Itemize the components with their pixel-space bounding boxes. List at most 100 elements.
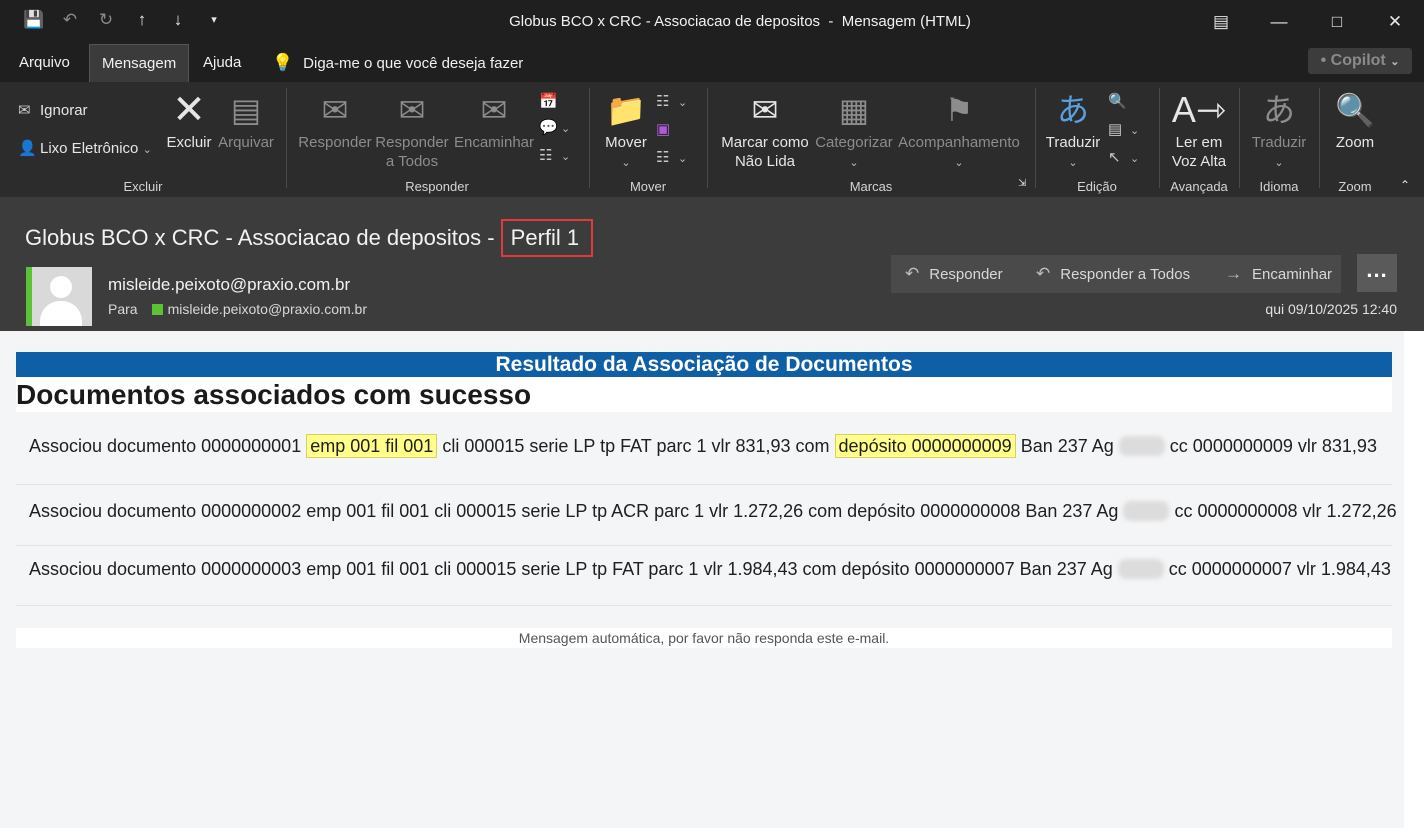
responder-todos-button[interactable]: ✉ Responder a Todos xyxy=(373,90,451,171)
forward-icon: ✉ xyxy=(480,92,508,128)
traduzir-idioma-button[interactable]: あ Traduzir ⌄ xyxy=(1244,90,1314,173)
more-respond-icon: ☷ xyxy=(539,147,553,164)
ribbon-tabs: Arquivo Mensagem Ajuda 💡 Diga-me o que vo… xyxy=(0,44,1424,82)
redo-icon[interactable]: ↻ xyxy=(94,8,118,32)
undo-icon[interactable]: ↶ xyxy=(58,8,82,32)
chevron-down-icon: ⌄ xyxy=(621,157,631,169)
encaminhar-button[interactable]: ✉ Encaminhar xyxy=(451,90,537,152)
chevron-down-icon: ⌄ xyxy=(678,97,688,109)
save-icon[interactable]: 💾 xyxy=(22,8,46,32)
im-button[interactable]: 💬 ⌄ xyxy=(539,118,570,136)
row-text-part: cc 0000000007 vlr 1.984,43 xyxy=(1163,559,1391,579)
row-text: Associou documento 0000000002 emp 001 fi… xyxy=(29,501,1397,522)
rules-icon: ☷ xyxy=(656,93,670,110)
sender-address[interactable]: misleide.peixoto@praxio.com.br xyxy=(108,275,350,295)
tell-me-search[interactable]: 💡 Diga-me o que você deseja fazer xyxy=(272,44,523,82)
group-mover: 📁 Mover ⌄ ☷ ⌄ ▣ ☷ ⌄ Mover xyxy=(590,86,706,196)
group-label-zoom: Zoom xyxy=(1338,179,1372,194)
result-banner: Resultado da Associação de Documentos xyxy=(16,352,1392,377)
quick-access-toolbar: 💾 ↶ ↻ ↑ ↓ ▾ xyxy=(22,8,226,32)
window-controls: ▤ — □ ✕ xyxy=(1192,0,1424,44)
chevron-down-icon: ⌄ xyxy=(142,144,152,156)
highlighted-text: emp 001 fil 001 xyxy=(306,434,438,458)
mover-button[interactable]: 📁 Mover ⌄ xyxy=(596,90,656,173)
encaminhar-action-button[interactable]: → Encaminhar xyxy=(1225,255,1332,293)
message-actions-bar: ↶ Responder ↶ Responder a Todos → Encaminha… xyxy=(891,255,1341,293)
calendar-icon: 📅 xyxy=(539,93,558,110)
group-marcas: ✉ Marcar como Não Lida ▦ Categorizar ⌄ ⚑ Acom… xyxy=(708,86,1034,196)
ignorar-label: Ignorar xyxy=(40,102,88,119)
responder-todos-label-2: a Todos xyxy=(385,153,439,170)
select-cursor-icon: ↖ xyxy=(1108,149,1121,166)
ignorar-button[interactable]: ✉ Ignorar xyxy=(18,101,88,119)
find-button[interactable]: 🔍 xyxy=(1108,92,1130,110)
close-icon[interactable]: ✕ xyxy=(1366,0,1424,44)
categorizar-button[interactable]: ▦ Categorizar ⌄ xyxy=(812,90,896,173)
chevron-down-icon: ⌄ xyxy=(1274,157,1284,169)
responder-todos-action-button[interactable]: ↶ Responder a Todos xyxy=(1036,255,1190,293)
group-label-avancada: Avançada xyxy=(1170,179,1228,194)
reply-icon: ↶ xyxy=(905,264,920,283)
responder-todos-label-1: Responder xyxy=(375,134,449,151)
chevron-down-icon: ⌄ xyxy=(1068,157,1078,169)
tell-me-label: Diga-me o que você deseja fazer xyxy=(303,55,524,72)
arquivar-label: Arquivar xyxy=(218,134,274,151)
redacted-agency xyxy=(1117,559,1164,579)
select-button[interactable]: ↖ ⌄ xyxy=(1108,148,1139,166)
up-arrow-icon[interactable]: ↑ xyxy=(130,8,154,32)
rules-button[interactable]: ☷ ⌄ xyxy=(656,92,687,110)
responder-button[interactable]: ✉ Responder xyxy=(297,90,373,152)
read-aloud-icon: A⇾ xyxy=(1171,89,1227,130)
auto-message-footer: Mensagem automática, por favor não respo… xyxy=(16,628,1392,648)
acompanhamento-button[interactable]: ⚑ Acompanhamento ⌄ xyxy=(896,90,1022,173)
find-icon: 🔍 xyxy=(1108,93,1127,110)
minimize-icon[interactable]: — xyxy=(1250,0,1308,44)
message-header: Globus BCO x CRC - Associacao de deposit… xyxy=(0,197,1424,331)
arquivar-button[interactable]: ▤ Arquivar xyxy=(216,90,276,152)
related-button[interactable]: ▤ ⌄ xyxy=(1108,120,1139,138)
responder-action-button[interactable]: ↶ Responder xyxy=(905,255,1003,293)
chevron-down-icon: ⌄ xyxy=(678,153,688,165)
tab-mensagem[interactable]: Mensagem xyxy=(89,44,190,82)
row-text-part: Associou documento 0000000003 emp 001 fi… xyxy=(29,559,1118,579)
avatar-head-shape xyxy=(50,276,72,298)
group-responder: ✉ Responder ✉ Responder a Todos ✉ Encaminhar… xyxy=(287,86,587,196)
more-respond-button[interactable]: ☷ ⌄ xyxy=(539,146,570,164)
recipient-line: Para misleide.peixoto@praxio.com.br xyxy=(108,301,367,317)
group-label-responder: Responder xyxy=(405,179,469,194)
magnifier-icon: 🔍 xyxy=(1335,92,1375,128)
meeting-button[interactable]: 📅 xyxy=(539,92,561,110)
ler-voz-alta-button[interactable]: A⇾ Ler em Voz Alta xyxy=(1164,90,1234,171)
traduzir-edicao-button[interactable]: あ Traduzir ⌄ xyxy=(1040,90,1106,173)
scrollbar[interactable] xyxy=(1404,331,1424,828)
tab-ajuda[interactable]: Ajuda xyxy=(191,44,253,82)
customize-qat-icon[interactable]: ▾ xyxy=(202,8,226,32)
reply-all-icon: ↶ xyxy=(1036,264,1051,283)
down-arrow-icon[interactable]: ↓ xyxy=(166,8,190,32)
chevron-down-icon: ⌄ xyxy=(849,157,859,169)
lixo-eletronico-button[interactable]: 👤 Lixo Eletrônico ⌄ xyxy=(18,139,152,157)
to-label: Para xyxy=(108,301,138,317)
marcar-nao-lida-button[interactable]: ✉ Marcar como Não Lida xyxy=(716,90,814,171)
excluir-button[interactable]: ✕ Excluir xyxy=(164,90,214,152)
collapse-ribbon-icon[interactable]: ⌃ xyxy=(1400,178,1410,192)
onenote-button[interactable]: ▣ xyxy=(656,120,678,138)
chat-icon: 💬 xyxy=(539,119,558,136)
flag-icon: ⚑ xyxy=(944,92,974,128)
presence-icon xyxy=(151,304,163,315)
related-icon: ▤ xyxy=(1108,121,1123,138)
more-actions-button[interactable]: ... xyxy=(1357,254,1397,292)
categorizar-label: Categorizar xyxy=(815,134,893,151)
avatar[interactable] xyxy=(26,267,92,326)
group-label-edicao: Edição xyxy=(1077,179,1117,194)
recipient-address[interactable]: misleide.peixoto@praxio.com.br xyxy=(168,301,367,317)
restore-icon[interactable]: ▤ xyxy=(1192,0,1250,44)
maximize-icon[interactable]: □ xyxy=(1308,0,1366,44)
actions-button[interactable]: ☷ ⌄ xyxy=(656,148,687,166)
copilot-button[interactable]: • Copilot ⌄ xyxy=(1308,48,1412,74)
zoom-button[interactable]: 🔍 Zoom xyxy=(1324,90,1386,152)
tab-arquivo[interactable]: Arquivo xyxy=(7,44,82,82)
onenote-icon: ▣ xyxy=(656,121,671,138)
group-excluir: ✉ Ignorar 👤 Lixo Eletrônico ⌄ ✕ Excluir ▤ Ar… xyxy=(0,86,286,196)
group-label-idioma: Idioma xyxy=(1259,179,1299,194)
